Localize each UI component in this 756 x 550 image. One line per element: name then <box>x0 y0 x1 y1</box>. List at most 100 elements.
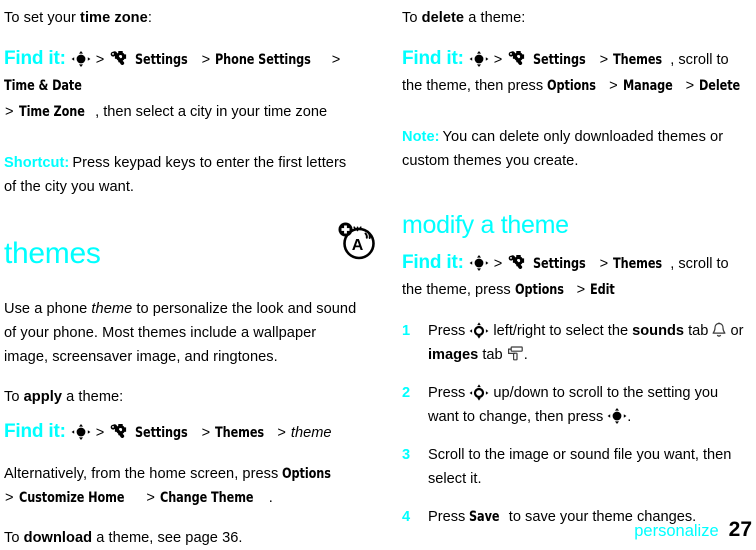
apply-intro: To apply a theme: <box>4 385 360 409</box>
right-column: To delete a theme: Find it: > Settings >… <box>386 0 756 548</box>
apply-intro-after: a theme: <box>62 389 124 405</box>
navigation-key-icon <box>469 51 489 67</box>
findit-label: Find it: <box>4 48 66 69</box>
step2-part3: . <box>627 409 632 425</box>
download-after: a theme, see page 36. <box>92 530 243 546</box>
menu-settings: Settings <box>135 424 189 441</box>
timezone-intro-before: To set your <box>4 10 81 26</box>
menu-options: Options <box>514 281 564 298</box>
step-text: Press left/right to select the sounds ta… <box>428 319 752 367</box>
menu-delete: Delete <box>699 77 741 94</box>
findit-modify-theme: Find it: > Settings > Themes, scroll to … <box>402 250 752 303</box>
apply-intro-bold: apply <box>23 389 62 405</box>
step-number: 3 <box>402 447 411 463</box>
modify-theme-steps: 1 Press left/right to select the sounds … <box>402 319 752 529</box>
delete-intro-after: a theme: <box>464 10 526 26</box>
alternative-after: . <box>268 490 273 506</box>
step1-part3: tab <box>684 323 713 339</box>
delete-intro-before: To <box>402 10 422 26</box>
settings-gear-wrench-icon <box>507 255 526 272</box>
list-item: 2 Press up/down to scroll to the setting… <box>402 381 752 429</box>
menu-settings: Settings <box>533 255 587 272</box>
step1-part2: left/right to select the <box>489 323 633 339</box>
findit-label: Find it: <box>4 421 66 442</box>
menu-manage: Manage <box>622 77 673 94</box>
findit-label: Find it: <box>402 48 464 69</box>
step1-bold-sounds: sounds <box>632 323 685 339</box>
paint-roller-icon <box>507 346 524 361</box>
navigation-key-hollow-icon <box>469 322 489 339</box>
timezone-intro-bold: time zone <box>80 10 148 26</box>
menu-save: Save <box>469 508 500 525</box>
settings-gear-wrench-icon <box>109 51 128 68</box>
themes-intro-italic: theme <box>91 301 133 317</box>
findit-label: Find it: <box>402 252 464 273</box>
step1-part4: or <box>726 323 744 339</box>
step2-part1: Press <box>428 385 470 401</box>
menu-settings: Settings <box>135 51 189 68</box>
menu-themes: Themes <box>613 255 663 272</box>
footer-chapter-name: personalize <box>634 522 719 540</box>
step1-bold-images: images <box>428 347 479 363</box>
list-item: 1 Press left/right to select the sounds … <box>402 319 752 367</box>
note-label: Note: <box>402 129 440 145</box>
settings-gear-wrench-icon <box>109 424 128 441</box>
menu-time-and-date: Time & Date <box>4 77 82 94</box>
findit-apply-theme-italic: theme <box>290 425 332 441</box>
findit-delete-theme: Find it: > Settings > Themes, scroll to … <box>402 46 752 99</box>
download-before: To <box>4 530 24 546</box>
findit-timezone-tail: , then select a city in your time zone <box>95 104 328 120</box>
themes-intro: Use a phone theme to personalize the loo… <box>4 297 360 369</box>
menu-themes: Themes <box>613 51 663 68</box>
shortcut-label: Shortcut: <box>4 155 70 171</box>
delete-intro: To delete a theme: <box>402 6 752 30</box>
navigation-key-icon <box>71 51 91 67</box>
apply-intro-before: To <box>4 389 24 405</box>
settings-gear-wrench-icon <box>507 51 526 68</box>
svg-text:A: A <box>352 237 364 254</box>
themes-intro-part1: Use a phone <box>4 301 92 317</box>
menu-edit: Edit <box>590 281 615 298</box>
page-footer: personalize 27 <box>634 518 752 542</box>
menu-customize-home: Customize Home <box>18 489 125 506</box>
findit-timezone: Find it: > Settings > Phone Settings > T… <box>4 46 360 125</box>
manual-page: To set your time zone: Find it: > Settin… <box>0 0 756 548</box>
note-text: You can delete only downloaded themes or… <box>402 129 724 169</box>
menu-options: Options <box>282 465 332 482</box>
shortcut-note: Shortcut: Press keypad keys to enter the … <box>4 151 360 199</box>
download-bold: download <box>23 530 93 546</box>
step1-part6: . <box>523 347 528 363</box>
navigation-key-icon <box>469 255 489 271</box>
navigation-key-hollow-icon <box>469 384 489 401</box>
alternative-note: Alternatively, from the home screen, pre… <box>4 462 360 510</box>
menu-phone-settings: Phone Settings <box>215 51 312 68</box>
findit-apply-theme: Find it: > Settings > Themes > theme <box>4 419 360 446</box>
step-number: 2 <box>402 385 411 401</box>
step-number: 4 <box>402 509 411 525</box>
step-text: Scroll to the image or sound file you wa… <box>428 447 732 487</box>
timezone-intro: To set your time zone: <box>4 6 360 30</box>
left-column: To set your time zone: Find it: > Settin… <box>0 0 386 548</box>
navigation-key-icon <box>71 424 91 440</box>
delete-note: Note: You can delete only downloaded them… <box>402 125 752 173</box>
page-title-modify-theme: modify a theme <box>402 211 569 239</box>
timezone-intro-after: : <box>147 10 152 26</box>
page-title-themes: themes <box>4 237 101 270</box>
bell-icon <box>712 322 726 338</box>
theme-sound-icon: A <box>336 220 378 262</box>
step1-part5: tab <box>478 347 507 363</box>
menu-settings: Settings <box>533 51 587 68</box>
menu-themes: Themes <box>215 424 265 441</box>
step4-part1: Press <box>428 509 470 525</box>
navigation-key-icon <box>607 408 627 424</box>
